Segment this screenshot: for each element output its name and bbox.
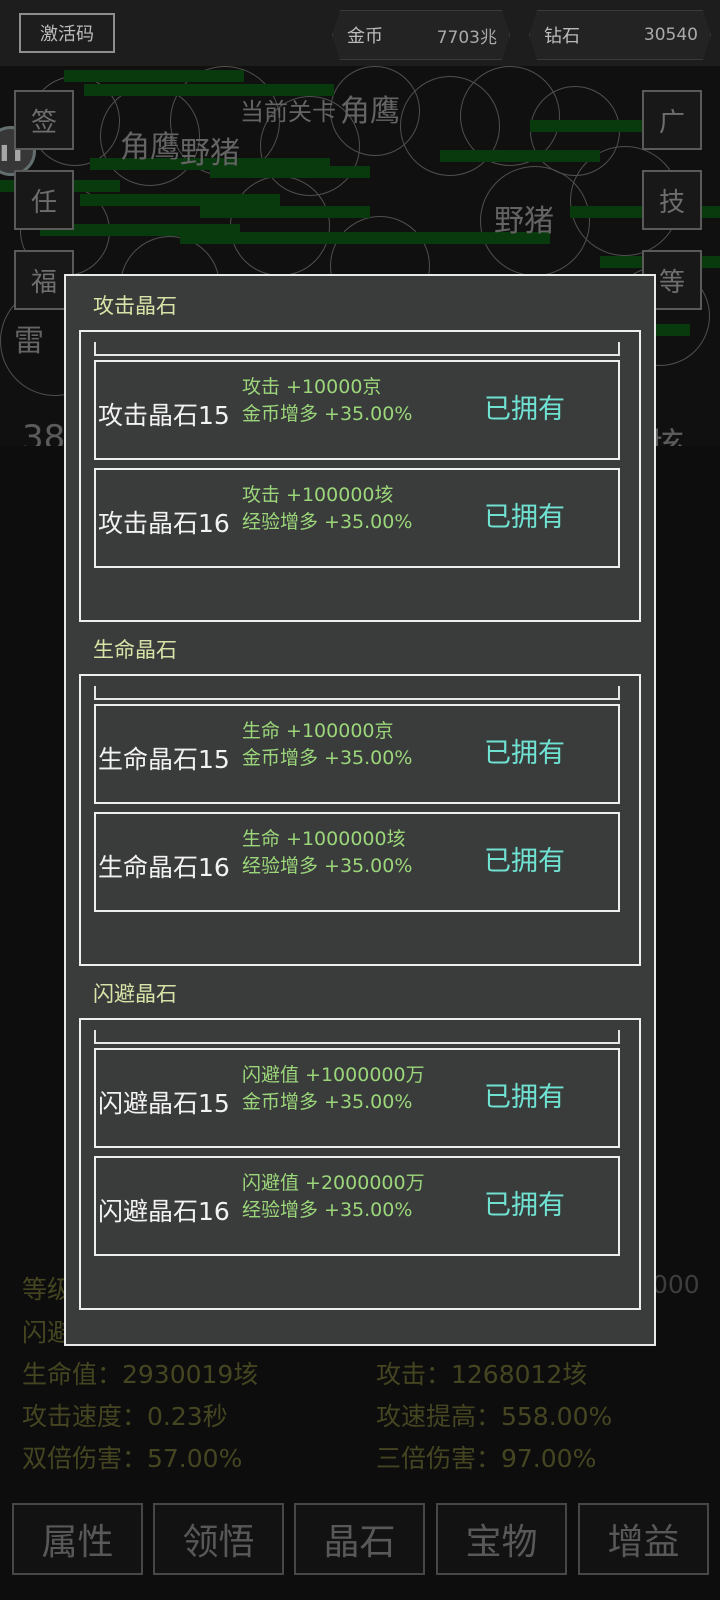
crystal-card[interactable]: 攻击晶石15 攻击 +10000京 金币增多 +35.00% 已拥有 [94,360,620,460]
panel-divider [94,342,620,356]
crystal-attr-secondary: 金币增多 +35.00% [242,747,413,769]
crystal-attr-primary: 生命 +100000京 [242,720,394,742]
crystal-attr-primary: 闪避值 +1000000万 [242,1064,425,1086]
owned-status: 已拥有 [484,502,565,533]
panel-divider [94,686,620,700]
crystal-attr-secondary: 经验增多 +35.00% [242,1199,413,1221]
activation-code-button[interactable]: 激活码 [19,13,115,53]
crystal-attr-secondary: 金币增多 +35.00% [242,403,413,425]
gold-label: 金币 [347,26,383,47]
crystal-name: 攻击晶石15 [98,401,230,430]
hp-crystal-panel: 生命晶石15 生命 +100000京 金币增多 +35.00% 已拥有 生命晶石… [79,674,641,966]
top-bar: 激活码 金币 7703兆 钻石 30540 [0,0,720,66]
crystal-name: 闪避晶石15 [98,1089,230,1118]
gold-counter: 金币 7703兆 [332,10,510,60]
crystal-attr-primary: 攻击 +10000京 [242,376,382,398]
crystal-card[interactable]: 生命晶石16 生命 +1000000垓 经验增多 +35.00% 已拥有 [94,812,620,912]
section-title-hp: 生命晶石 [93,638,177,662]
crystal-name: 闪避晶石16 [98,1197,230,1226]
crystal-attr-primary: 生命 +1000000垓 [242,828,406,850]
section-title-attack: 攻击晶石 [93,294,177,318]
panel-divider [94,1030,620,1044]
crystal-modal: 攻击晶石 攻击晶石15 攻击 +10000京 金币增多 +35.00% 已拥有 … [64,274,656,1346]
crystal-attr-primary: 攻击 +100000垓 [242,484,394,506]
crystal-card[interactable]: 生命晶石15 生命 +100000京 金币增多 +35.00% 已拥有 [94,704,620,804]
section-title-dodge: 闪避晶石 [93,982,177,1006]
owned-status: 已拥有 [484,394,565,425]
crystal-attr-primary: 闪避值 +2000000万 [242,1172,425,1194]
owned-status: 已拥有 [484,1082,565,1113]
attack-crystal-panel: 攻击晶石15 攻击 +10000京 金币增多 +35.00% 已拥有 攻击晶石1… [79,330,641,622]
crystal-card[interactable]: 闪避晶石16 闪避值 +2000000万 经验增多 +35.00% 已拥有 [94,1156,620,1256]
dodge-crystal-panel: 闪避晶石15 闪避值 +1000000万 金币增多 +35.00% 已拥有 闪避… [79,1018,641,1310]
crystal-attr-secondary: 金币增多 +35.00% [242,1091,413,1113]
diamond-label: 钻石 [544,26,580,47]
crystal-name: 生命晶石15 [98,745,230,774]
crystal-name: 生命晶石16 [98,853,230,882]
crystal-name: 攻击晶石16 [98,509,230,538]
crystal-attr-secondary: 经验增多 +35.00% [242,511,413,533]
crystal-card[interactable]: 闪避晶石15 闪避值 +1000000万 金币增多 +35.00% 已拥有 [94,1048,620,1148]
gold-value: 7703兆 [436,27,497,48]
diamond-counter: 钻石 30540 [529,10,711,60]
crystal-card[interactable]: 攻击晶石16 攻击 +100000垓 经验增多 +35.00% 已拥有 [94,468,620,568]
owned-status: 已拥有 [484,1190,565,1221]
diamond-value: 30540 [643,25,698,45]
owned-status: 已拥有 [484,738,565,769]
owned-status: 已拥有 [484,846,565,877]
crystal-attr-secondary: 经验增多 +35.00% [242,855,413,877]
